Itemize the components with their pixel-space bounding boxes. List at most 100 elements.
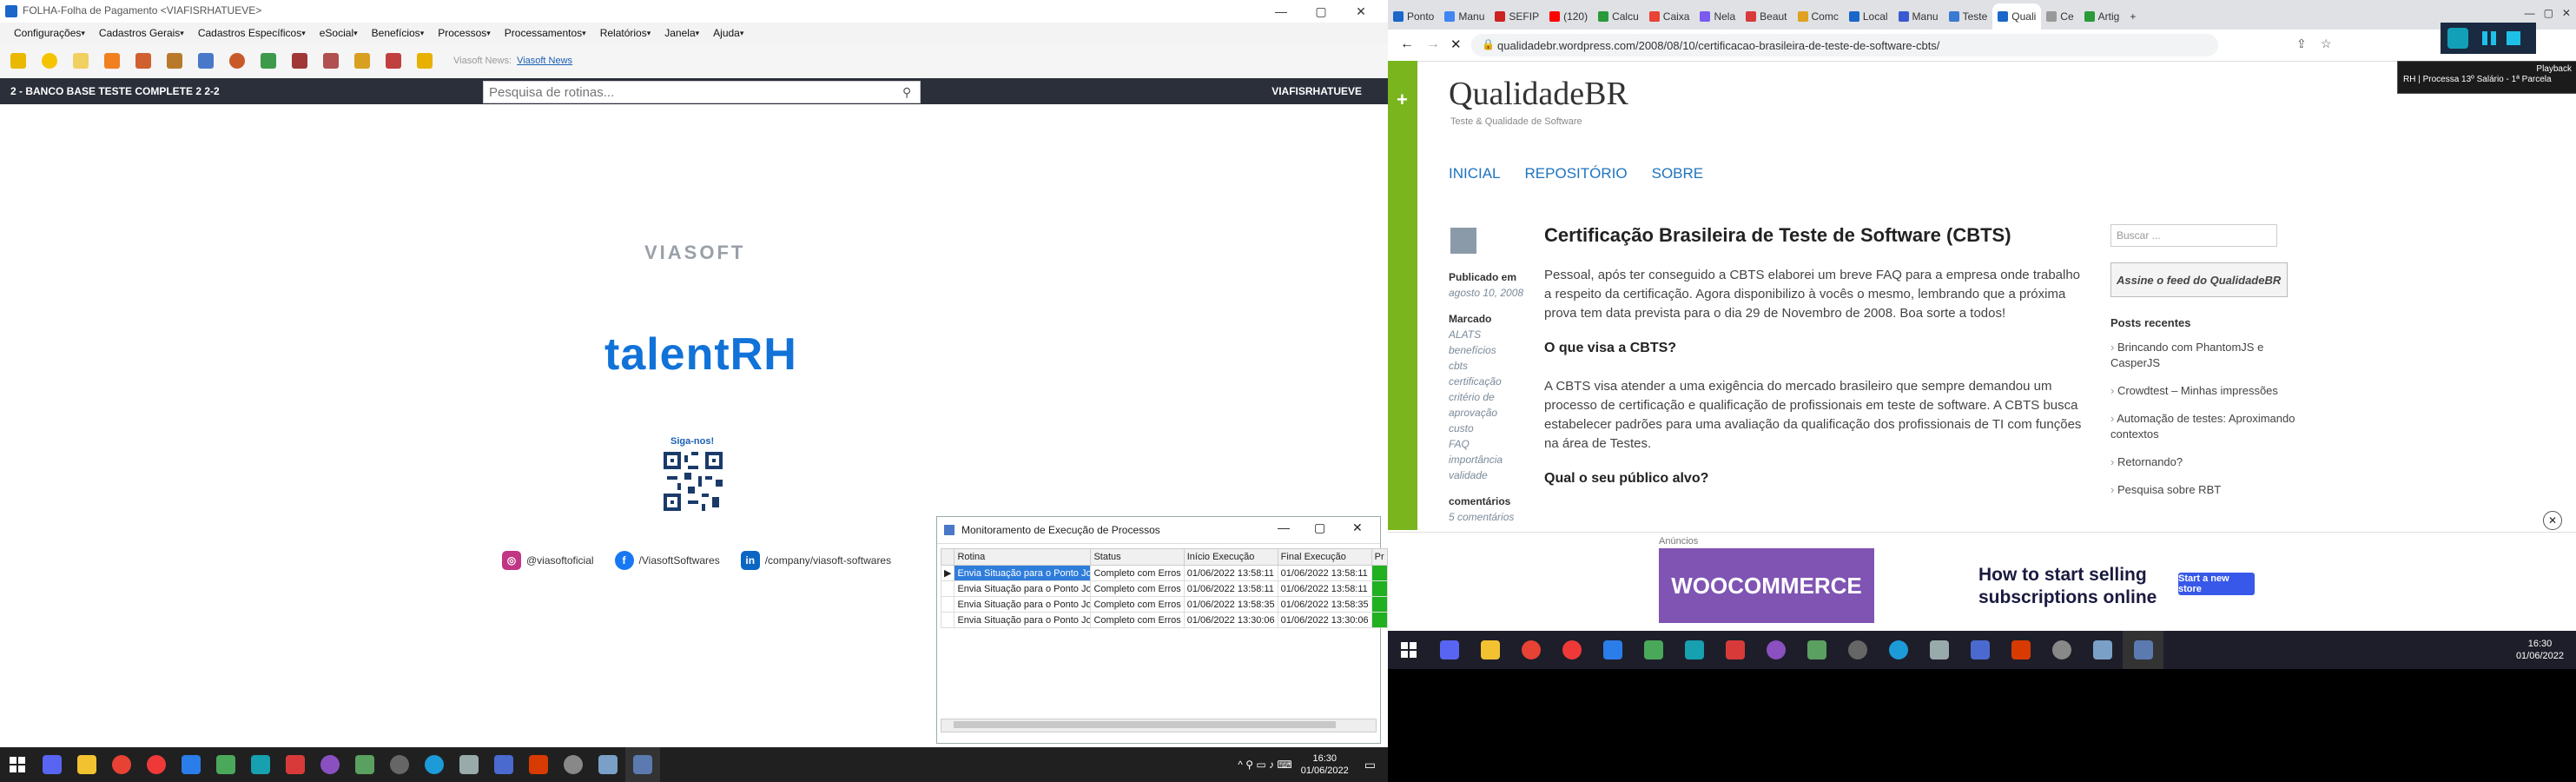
- right-taskbar-clock[interactable]: 16:30 01/06/2022: [2516, 638, 2564, 662]
- table-row[interactable]: ▶ Envia Situação para o Ponto Job Completo…: [940, 565, 1388, 581]
- menu-item-2[interactable]: Cadastros Específicos: [198, 27, 301, 39]
- taskbar2-github[interactable]: [1755, 631, 1796, 669]
- url-box[interactable]: 🔒 qualidadebr.wordpress.com/2008/08/10/c…: [1471, 34, 2218, 56]
- toolbar-button-10[interactable]: [287, 48, 313, 74]
- taskbar2-app-gray[interactable]: [1919, 631, 1959, 669]
- ad-headline[interactable]: How to start selling subscriptions onlin…: [1978, 564, 2170, 609]
- bookmark-star-icon[interactable]: ☆: [2321, 36, 2332, 51]
- recent-post-link[interactable]: › Pesquisa sobre RBT: [2110, 482, 2302, 498]
- toolbar-button-8[interactable]: [224, 48, 250, 74]
- horizontal-scrollbar[interactable]: [941, 719, 1377, 732]
- table-row[interactable]: Envia Situação para o Ponto Job Completo …: [940, 612, 1388, 628]
- tag-link[interactable]: cbts: [1449, 358, 1536, 374]
- left-taskbar-clock[interactable]: 16:30 01/06/2022: [1301, 752, 1349, 777]
- taskbar-edge[interactable]: [417, 747, 452, 782]
- tag-link[interactable]: critério de: [1449, 389, 1536, 405]
- column-header-progress[interactable]: Pr: [1371, 548, 1388, 566]
- extension-icons[interactable]: [2441, 23, 2536, 54]
- scrollbar-thumb[interactable]: [954, 721, 1336, 728]
- taskbar-app-gray[interactable]: [452, 747, 486, 782]
- minimize-button[interactable]: —: [1261, 0, 1301, 23]
- tray-icons[interactable]: ^ ⚲ ▭ ♪ ⌨: [1238, 759, 1291, 771]
- woocommerce-logo[interactable]: WOOCOMMERCE: [1659, 548, 1874, 623]
- taskbar2-edge[interactable]: [1878, 631, 1919, 669]
- browser-tab-3[interactable]: (120): [1544, 3, 1593, 30]
- browser-tab-11[interactable]: Teste: [1944, 3, 1993, 30]
- taskbar2-slack[interactable]: [1633, 631, 1674, 669]
- table-row[interactable]: Envia Situação para o Ponto Job Completo …: [940, 580, 1388, 597]
- recent-post-link[interactable]: › Automação de testes: Aproximando conte…: [2110, 411, 2302, 442]
- taskbar2-app-teal[interactable]: [1674, 631, 1714, 669]
- browser-tab-4[interactable]: Calcu: [1593, 3, 1644, 30]
- taskbar2-clock-app[interactable]: [1837, 631, 1878, 669]
- browser-tab-9[interactable]: Local: [1844, 3, 1893, 30]
- toolbar-button-9[interactable]: [255, 48, 281, 74]
- taskbar-app-red[interactable]: [278, 747, 313, 782]
- taskbar-app-teal[interactable]: [243, 747, 278, 782]
- nav-inicial[interactable]: INICIAL: [1449, 165, 1501, 182]
- taskbar-app-active[interactable]: [625, 747, 660, 782]
- taskbar2-explorer[interactable]: [1470, 631, 1510, 669]
- tag-link[interactable]: ALATS: [1449, 327, 1536, 342]
- tag-link[interactable]: certificação: [1449, 374, 1536, 389]
- browser-tab-8[interactable]: Comc: [1793, 3, 1844, 30]
- maximize-button[interactable]: ▢: [1301, 0, 1341, 23]
- taskbar-slack[interactable]: [208, 747, 243, 782]
- menu-item-1[interactable]: Cadastros Gerais: [99, 27, 180, 39]
- recent-post-link[interactable]: › Crowdtest – Minhas impressões: [2110, 383, 2302, 399]
- toolbar-button-3[interactable]: [68, 48, 94, 74]
- plus-icon[interactable]: +: [1397, 89, 1408, 111]
- column-header-final[interactable]: Final Execução: [1277, 548, 1372, 566]
- browser-tab-7[interactable]: Beaut: [1740, 3, 1792, 30]
- published-date[interactable]: agosto 10, 2008: [1449, 285, 1536, 301]
- menu-item-4[interactable]: Benefícios: [372, 27, 420, 39]
- taskbar-paint[interactable]: [174, 747, 208, 782]
- monitor-close-button[interactable]: ✕: [1352, 520, 1363, 535]
- taskbar-clock-app[interactable]: [382, 747, 417, 782]
- taskbar2-paint[interactable]: [1592, 631, 1633, 669]
- blog-search-input[interactable]: Buscar ...: [2110, 224, 2277, 247]
- browser-window-controls[interactable]: — ▢ ✕: [2525, 7, 2571, 19]
- ad-cta-button[interactable]: Start a new store: [2178, 573, 2255, 595]
- close-button[interactable]: ✕: [1341, 0, 1381, 23]
- taskbar2-discord[interactable]: [1429, 631, 1470, 669]
- taskbar-github[interactable]: [313, 747, 347, 782]
- browser-tab-2[interactable]: SEFIP: [1489, 3, 1544, 30]
- table-row[interactable]: Envia Situação para o Ponto Job Completo …: [940, 596, 1388, 613]
- taskbar-explorer[interactable]: [69, 747, 104, 782]
- browser-tab-10[interactable]: Manu: [1893, 3, 1944, 30]
- menu-item-6[interactable]: Processamentos: [505, 27, 582, 39]
- taskbar2-app-blue[interactable]: [1959, 631, 2000, 669]
- column-header-rotina[interactable]: Rotina: [954, 548, 1092, 566]
- close-ad-icon[interactable]: ✕: [2543, 511, 2562, 530]
- taskbar-app-files[interactable]: [591, 747, 625, 782]
- taskbar2-app-active[interactable]: [2123, 631, 2163, 669]
- recent-post-link[interactable]: › Retornando?: [2110, 454, 2302, 470]
- taskbar2-app-files[interactable]: [2082, 631, 2123, 669]
- menu-item-3[interactable]: eSocial: [320, 27, 353, 39]
- menu-item-9[interactable]: Ajuda: [713, 27, 740, 39]
- taskbar-office[interactable]: [521, 747, 556, 782]
- comments-count[interactable]: 5 comentários: [1449, 509, 1536, 525]
- blog-title[interactable]: QualidadeBR: [1449, 75, 1628, 113]
- menu-item-7[interactable]: Relatórios: [600, 27, 647, 39]
- taskbar2-office[interactable]: [2000, 631, 2041, 669]
- nav-sobre[interactable]: SOBRE: [1652, 165, 1704, 182]
- tag-link[interactable]: aprovação: [1449, 405, 1536, 421]
- taskbar2-settings[interactable]: [2041, 631, 2082, 669]
- toolbar-button-2[interactable]: [36, 48, 63, 74]
- toolbar-button-5[interactable]: [130, 48, 156, 74]
- taskbar-app-blue[interactable]: [486, 747, 521, 782]
- feed-badge[interactable]: Assine o feed do QualidadeBR: [2110, 262, 2288, 297]
- toolbar-button-1[interactable]: [5, 48, 31, 74]
- taskbar-chrome[interactable]: [104, 747, 139, 782]
- nav-repositorio[interactable]: REPOSITÓRIO: [1525, 165, 1628, 182]
- taskbar-discord[interactable]: [35, 747, 69, 782]
- column-header-inicio[interactable]: Início Execução: [1183, 548, 1278, 566]
- windows-start-button-2[interactable]: [1388, 631, 1429, 669]
- taskbar2-chrome[interactable]: [1510, 631, 1551, 669]
- tag-link[interactable]: FAQ: [1449, 436, 1536, 452]
- toolbar-button-4[interactable]: [99, 48, 125, 74]
- reload-icon[interactable]: ✕: [1450, 36, 1462, 52]
- recent-post-link[interactable]: › Brincando com PhantomJS e CasperJS: [2110, 340, 2302, 371]
